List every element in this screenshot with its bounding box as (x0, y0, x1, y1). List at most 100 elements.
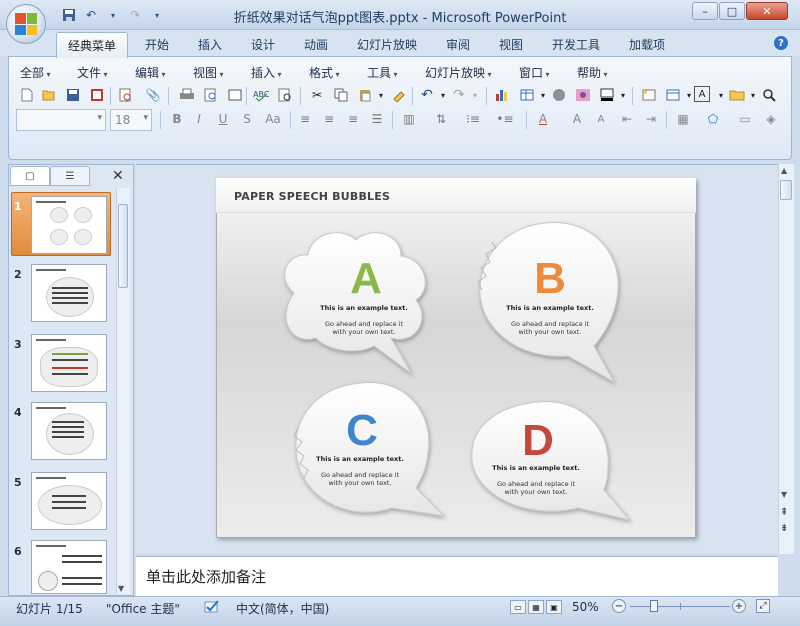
bullets-icon[interactable]: •≡ (496, 110, 514, 128)
slide-sorter-icon[interactable]: ▦ (528, 600, 544, 614)
align-right-icon[interactable]: ≡ (344, 110, 362, 128)
slide-thumbnail-4[interactable] (31, 402, 107, 460)
grid-icon[interactable] (226, 86, 244, 104)
new-icon[interactable] (18, 86, 36, 104)
fill-color-dropdown-icon[interactable]: ▾ (614, 86, 632, 104)
scroll-up-icon[interactable]: ▲ (781, 166, 787, 175)
slide-scrollbar-thumb[interactable] (780, 180, 792, 200)
bold-icon[interactable]: B (168, 110, 186, 128)
format-painter-icon[interactable] (390, 86, 408, 104)
zoom-slider-handle[interactable] (650, 600, 658, 612)
scroll-down-icon[interactable]: ▼ (781, 490, 787, 499)
slide-thumbnail-6[interactable] (31, 540, 107, 594)
tab-slideshow[interactable]: 幻灯片放映 (357, 36, 417, 56)
decrease-indent-icon[interactable]: ⇤ (618, 110, 636, 128)
spell-check-icon[interactable] (204, 599, 220, 613)
paste-dropdown-icon[interactable]: ▾ (372, 86, 390, 104)
attach-icon[interactable]: 📎 (144, 86, 162, 104)
underline-icon[interactable]: U (214, 110, 232, 128)
textbox-icon[interactable]: A (694, 86, 710, 102)
print-icon[interactable] (178, 86, 196, 104)
redo-list-icon[interactable]: ▾ (466, 86, 484, 104)
menu-edit[interactable]: 编辑 (135, 64, 166, 81)
maximize-button[interactable]: □ (719, 2, 745, 20)
quick-styles-icon[interactable]: ▭ (736, 110, 754, 128)
permission-icon[interactable] (88, 86, 106, 104)
text-direction-icon[interactable]: ⇅ (432, 110, 450, 128)
menu-window[interactable]: 窗口 (519, 64, 550, 81)
increase-indent-icon[interactable]: ⇥ (642, 110, 660, 128)
font-size-combo[interactable]: 18 (110, 109, 152, 131)
close-button[interactable]: ✕ (746, 2, 788, 20)
zoom-search-icon[interactable] (760, 86, 778, 104)
menu-insert[interactable]: 插入 (251, 64, 282, 81)
tab-review[interactable]: 审阅 (446, 36, 470, 56)
cut-icon[interactable]: ✂ (308, 86, 326, 104)
help-icon[interactable]: ? (774, 36, 788, 50)
shapes-icon[interactable]: ⬠ (704, 110, 722, 128)
new-slide-icon[interactable] (640, 86, 658, 104)
justify-icon[interactable]: ☰ (368, 110, 386, 128)
columns-icon[interactable]: ▥ (400, 110, 418, 128)
increase-font-icon[interactable]: A (568, 110, 586, 128)
chart-icon[interactable] (494, 86, 512, 104)
clipart-icon[interactable] (550, 86, 568, 104)
tab-insert[interactable]: 插入 (198, 36, 222, 56)
open-icon[interactable] (40, 86, 58, 104)
align-center-icon[interactable]: ≡ (320, 110, 338, 128)
fit-to-window-icon[interactable]: ⤢ (756, 599, 770, 613)
tab-home[interactable]: 开始 (145, 36, 169, 56)
research-icon[interactable] (276, 86, 294, 104)
menu-file[interactable]: 文件 (77, 64, 108, 81)
copy-icon[interactable] (332, 86, 350, 104)
font-name-combo[interactable] (16, 109, 106, 131)
arrange-icon[interactable]: ▦ (674, 110, 692, 128)
zoom-out-icon[interactable]: − (612, 599, 626, 613)
decrease-font-icon[interactable]: A (592, 110, 610, 128)
shape-fill-icon[interactable]: ◈ (762, 110, 780, 128)
align-left-icon[interactable]: ≡ (296, 110, 314, 128)
change-case-icon[interactable]: Aa (262, 110, 284, 128)
tab-classic-menu[interactable]: 经典菜单 (56, 32, 128, 58)
preview-icon[interactable] (202, 86, 220, 104)
tab-animation[interactable]: 动画 (304, 36, 328, 56)
scroll-down-icon[interactable]: ▼ (118, 584, 124, 593)
tab-slides[interactable]: ▢ (10, 166, 50, 186)
tab-design[interactable]: 设计 (251, 36, 275, 56)
tab-developer[interactable]: 开发工具 (552, 36, 600, 56)
notes-placeholder[interactable]: 单击此处添加备注 (146, 566, 266, 587)
tab-view[interactable]: 视图 (499, 36, 523, 56)
office-button[interactable] (6, 4, 46, 44)
tab-outline[interactable]: ☰ (50, 166, 90, 186)
font-color-icon[interactable]: A (534, 110, 552, 128)
menu-slideshow[interactable]: 幻灯片放映 (425, 64, 492, 81)
menu-format[interactable]: 格式 (309, 64, 340, 81)
thumbnail-scrollbar-thumb[interactable] (118, 204, 128, 288)
picture-icon[interactable] (574, 86, 592, 104)
slide-thumbnail-3[interactable] (31, 334, 107, 392)
normal-view-icon[interactable]: ▭ (510, 600, 526, 614)
menu-tools[interactable]: 工具 (367, 64, 398, 81)
next-slide-icon[interactable]: ⇟ (780, 524, 788, 534)
zoom-level[interactable]: 50% (572, 600, 599, 614)
previous-slide-icon[interactable]: ⇞ (780, 508, 788, 518)
slide-thumbnail-1[interactable] (31, 196, 107, 254)
menu-help[interactable]: 帮助 (577, 64, 608, 81)
shadow-icon[interactable]: S (238, 110, 256, 128)
zoom-in-icon[interactable]: + (732, 599, 746, 613)
panel-close-icon[interactable]: ✕ (112, 168, 124, 184)
language-indicator[interactable]: 中文(简体，中国) (236, 600, 329, 617)
thumb-text-line (62, 583, 102, 585)
slideshow-view-icon[interactable]: ▣ (546, 600, 562, 614)
slide-thumbnail-2[interactable] (31, 264, 107, 322)
save-file-icon[interactable] (64, 86, 82, 104)
menu-view[interactable]: 视图 (193, 64, 224, 81)
numbering-icon[interactable]: ⁝≡ (464, 110, 482, 128)
slide-thumbnail-5[interactable] (31, 472, 107, 530)
print-preview-icon[interactable] (116, 86, 134, 104)
tab-addins[interactable]: 加载项 (629, 36, 665, 56)
minimize-button[interactable]: – (692, 2, 718, 20)
spelling-icon[interactable]: ABC (252, 86, 270, 104)
italic-icon[interactable]: I (190, 110, 208, 128)
menu-all[interactable]: 全部 (20, 64, 51, 81)
